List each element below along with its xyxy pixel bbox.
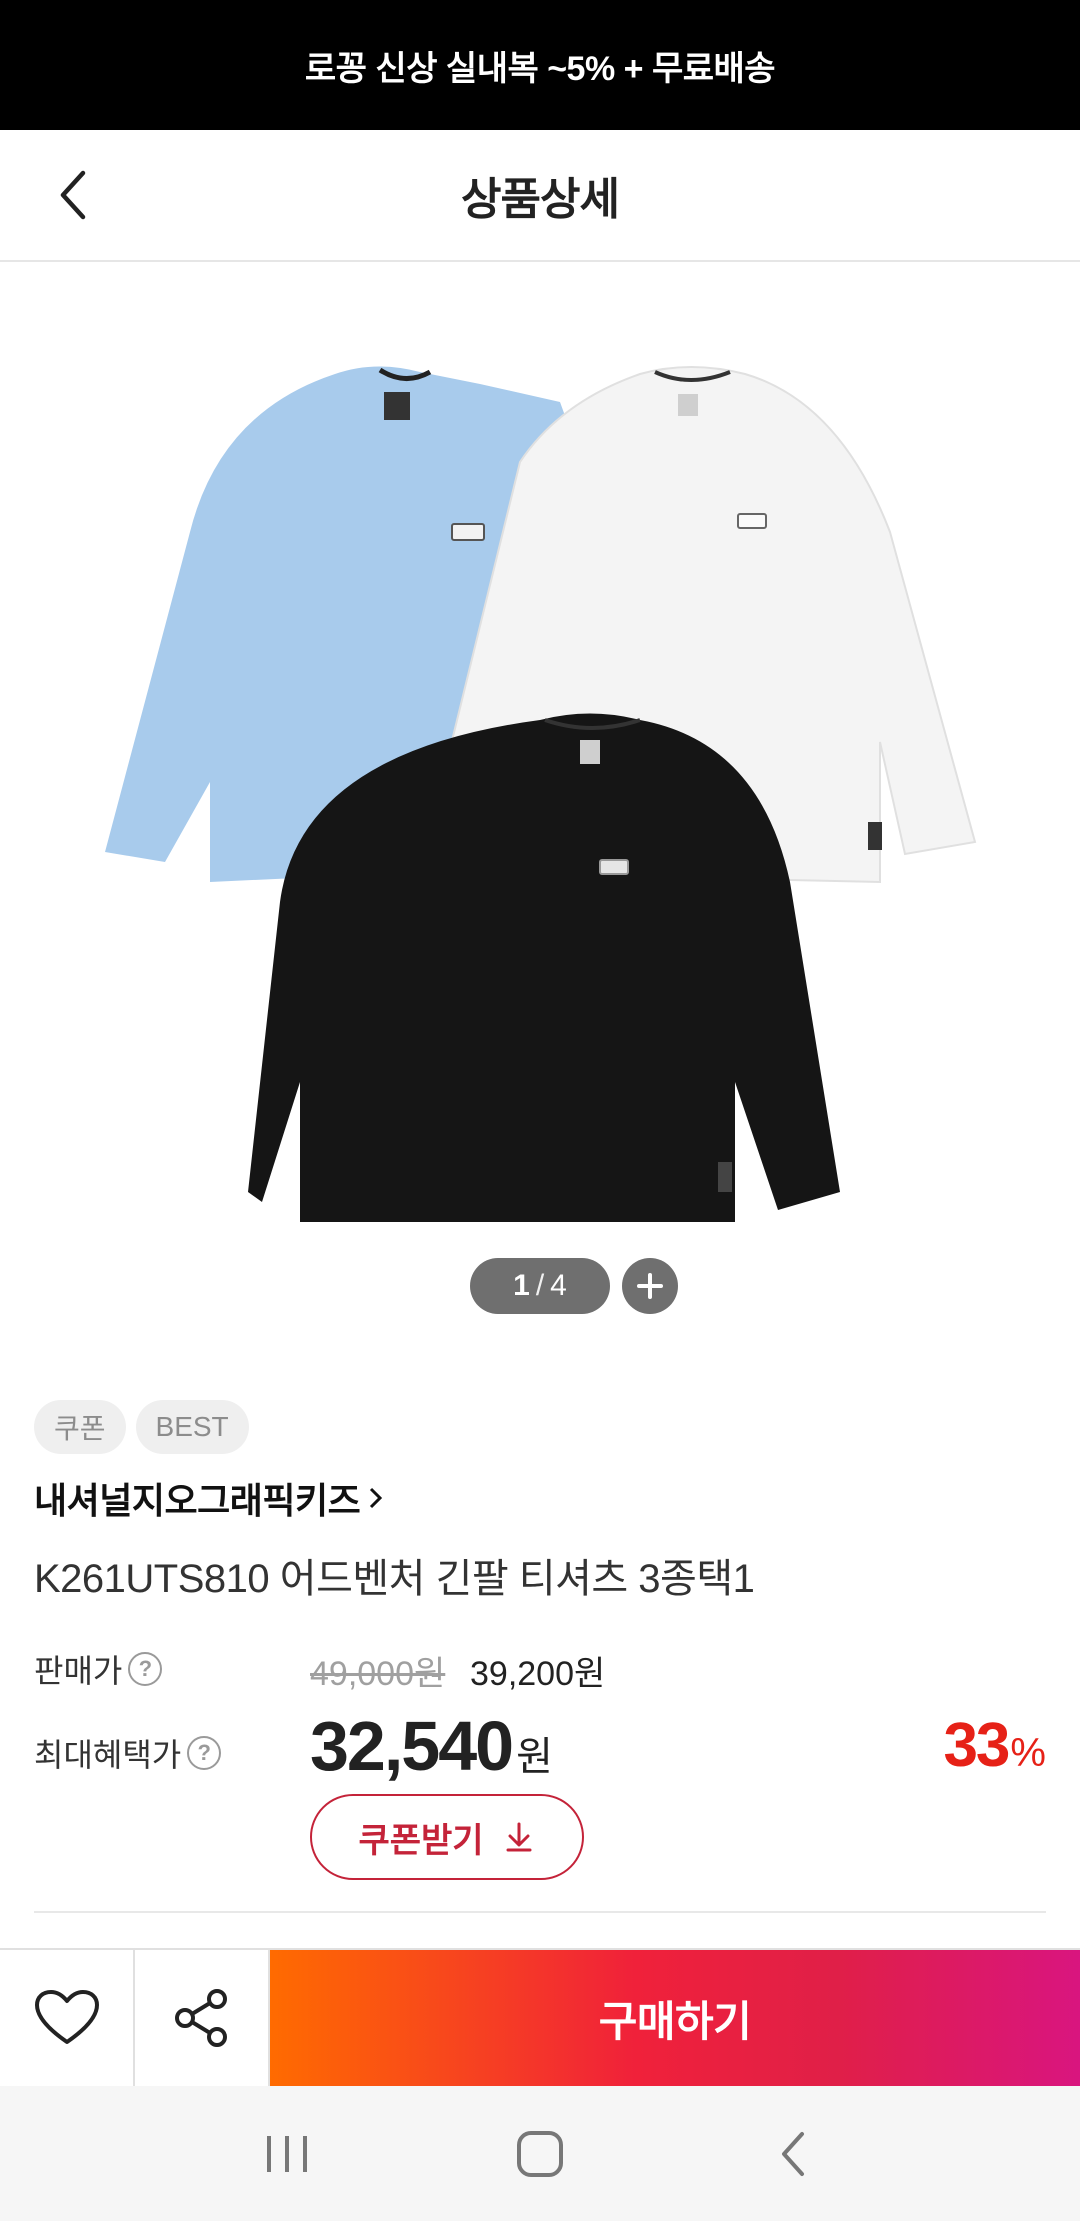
- max-benefit-label-text: 최대혜택가: [34, 1737, 182, 1773]
- divider: [34, 1911, 1046, 1913]
- max-benefit-price-value: 32,540: [310, 1707, 514, 1785]
- download-arrow-icon: [506, 1822, 532, 1852]
- promo-banner[interactable]: 로꽁 신상 실내복 ~5% + 무료배송: [0, 0, 1080, 130]
- app-header: 상품상세: [0, 130, 1080, 262]
- page-title: 상품상세: [461, 175, 620, 224]
- share-icon[interactable]: [135, 1950, 270, 2086]
- back-icon[interactable]: [753, 2114, 833, 2194]
- pager-total: 4: [550, 1269, 567, 1302]
- pager-separator: /: [535, 1269, 545, 1302]
- badge-coupon: 쿠폰: [34, 1400, 126, 1454]
- product-image-gallery[interactable]: [0, 262, 1080, 1342]
- coupon-download-button[interactable]: 쿠폰받기: [310, 1794, 584, 1880]
- system-navigation-bar: [0, 2086, 1080, 2221]
- chevron-right-icon: [370, 1487, 383, 1509]
- heart-icon[interactable]: [0, 1950, 135, 2086]
- recents-icon[interactable]: [247, 2114, 327, 2194]
- discount-rate-value: 33: [943, 1711, 1010, 1780]
- pager-current: 1: [513, 1269, 530, 1302]
- chevron-left-icon[interactable]: [40, 162, 106, 228]
- brand-link[interactable]: 내셔널지오그래픽키즈: [34, 1472, 384, 1524]
- bottom-action-bar: 구매하기: [0, 1948, 1080, 2086]
- buy-button[interactable]: 구매하기: [270, 1950, 1080, 2086]
- promo-banner-text: 로꽁 신상 실내복 ~5% + 무료배송: [304, 49, 776, 88]
- plus-icon[interactable]: [622, 1258, 678, 1314]
- badge-list: 쿠폰 BEST: [34, 1400, 249, 1454]
- sale-price: 39,200원: [470, 1655, 606, 1693]
- discount-rate-unit: %: [1010, 1731, 1046, 1775]
- image-pager: 1 / 4: [470, 1258, 610, 1314]
- discount-rate: 33 %: [943, 1710, 1046, 1781]
- product-name: K261UTS810 어드벤처 긴팔 티셔츠 3종택1: [34, 1557, 755, 1601]
- coupon-button-label: 쿠폰받기: [358, 1821, 484, 1860]
- question-circle-icon[interactable]: ?: [128, 1652, 163, 1686]
- question-circle-icon[interactable]: ?: [187, 1736, 222, 1770]
- max-benefit-label: 최대혜택가 ?: [34, 1730, 222, 1776]
- original-price: 49,000원: [310, 1655, 446, 1693]
- sale-price-label-text: 판매가: [34, 1653, 123, 1689]
- max-benefit-currency: 원: [516, 1735, 553, 1779]
- product-image: [105, 366, 977, 1222]
- home-icon[interactable]: [500, 2114, 580, 2194]
- sale-price-label: 판매가 ?: [34, 1646, 163, 1692]
- badge-best: BEST: [135, 1400, 249, 1454]
- max-benefit-price: 32,540 원: [310, 1706, 553, 1786]
- brand-name: 내셔널지오그래픽키즈: [34, 1480, 361, 1521]
- buy-button-label: 구매하기: [598, 1997, 752, 2045]
